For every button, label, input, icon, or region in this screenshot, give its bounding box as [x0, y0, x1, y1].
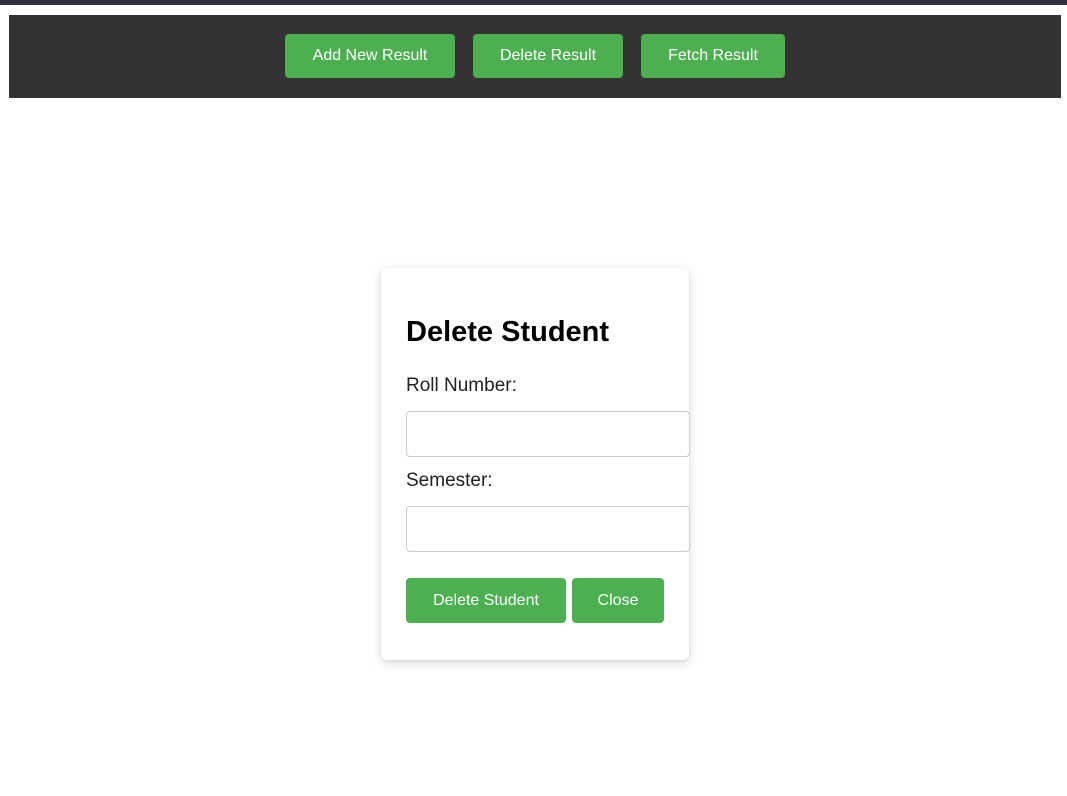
navbar: Add New Result Delete Result Fetch Resul…	[9, 15, 1061, 98]
delete-student-button[interactable]: Delete Student	[406, 578, 566, 623]
delete-result-button[interactable]: Delete Result	[473, 34, 623, 78]
fetch-result-button[interactable]: Fetch Result	[641, 34, 785, 78]
close-button[interactable]: Close	[572, 578, 664, 623]
add-new-result-button[interactable]: Add New Result	[285, 34, 455, 78]
top-stripe	[0, 0, 1067, 5]
roll-number-input[interactable]	[406, 411, 690, 457]
semester-label: Semester:	[406, 470, 493, 491]
modal-title: Delete Student	[406, 316, 610, 348]
delete-student-modal: Delete Student Roll Number: Semester: De…	[381, 268, 690, 660]
roll-number-label: Roll Number:	[406, 375, 517, 396]
semester-input[interactable]	[406, 506, 690, 552]
